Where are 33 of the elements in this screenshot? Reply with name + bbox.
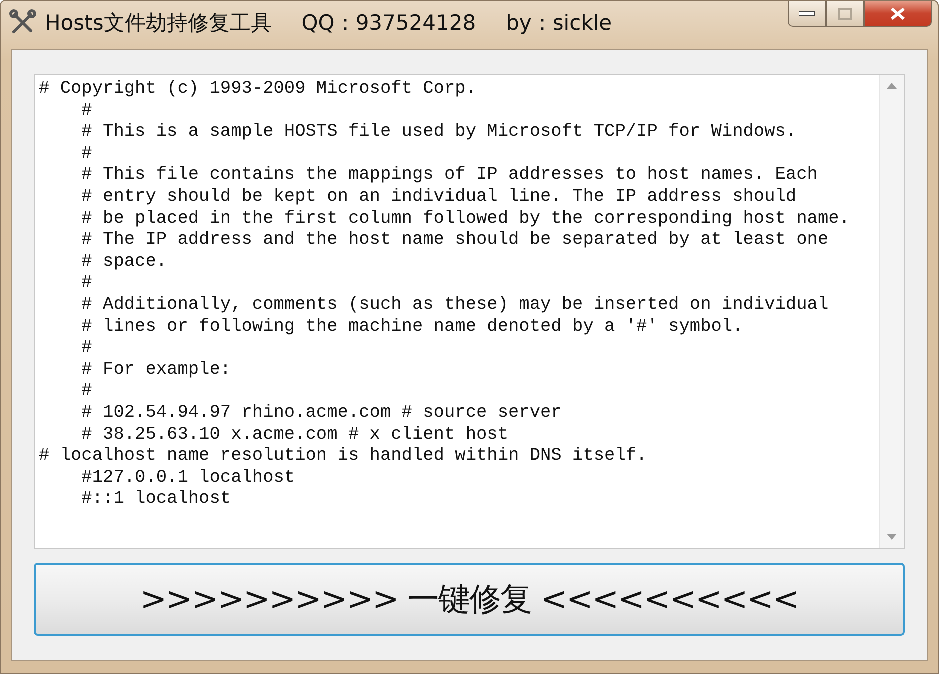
minimize-icon bbox=[799, 10, 815, 16]
fix-button[interactable]: >>>>>>>>>> 一键修复 <<<<<<<<<< bbox=[34, 563, 905, 636]
text-line: # 38.25.63.10 x.acme.com # x client host bbox=[80, 424, 509, 446]
scroll-up-icon[interactable] bbox=[887, 83, 897, 89]
text-line: # bbox=[80, 338, 92, 360]
minimize-button[interactable] bbox=[788, 1, 826, 27]
close-icon bbox=[890, 6, 906, 20]
scrollbar[interactable] bbox=[879, 75, 904, 548]
text-line: # bbox=[80, 144, 92, 166]
scroll-down-icon[interactable] bbox=[887, 534, 897, 540]
text-line: # localhost name resolution is handled within DNS itself. bbox=[39, 446, 648, 468]
text-line: # be placed in the first column followed by the corresponding host name. bbox=[80, 208, 850, 230]
text-line: # space. bbox=[80, 252, 168, 274]
text-line: # This file contains the mappings of IP addresses to host names. Each bbox=[80, 165, 818, 187]
text-line: # lines or following the machine name denoted by a '#' symbol. bbox=[80, 316, 744, 338]
text-line: # Copyright (c) 1993-2009 Microsoft Corp. bbox=[39, 79, 476, 101]
maximize-icon bbox=[838, 8, 852, 20]
text-line: #127.0.0.1 localhost bbox=[80, 468, 296, 490]
author-label: by：sickle bbox=[506, 10, 612, 37]
text-line: # bbox=[80, 273, 92, 295]
text-line: # The IP address and the host name should be separated by at least one bbox=[80, 230, 829, 252]
text-line: # entry should be kept on an individual line. The IP address should bbox=[80, 186, 797, 209]
text-line: # Additionally, comments (such as these) may be inserted on individual bbox=[80, 294, 829, 317]
text-line: # For example: bbox=[80, 360, 232, 382]
qq-number: QQ：937524128 bbox=[302, 10, 476, 37]
text-line: # 102.54.94.97 rhino.acme.com # source server bbox=[80, 402, 562, 424]
window-title: Hosts文件劫持修复工具 bbox=[45, 10, 272, 37]
text-line: # bbox=[80, 381, 92, 403]
text-line: # This is a sample HOSTS file used by Microsoft TCP/IP for Windows. bbox=[80, 122, 797, 144]
text-line: # bbox=[80, 100, 92, 122]
hosts-text-field[interactable] bbox=[34, 74, 905, 549]
text-line: #::1 localhost bbox=[80, 489, 232, 511]
close-button[interactable] bbox=[864, 1, 932, 27]
